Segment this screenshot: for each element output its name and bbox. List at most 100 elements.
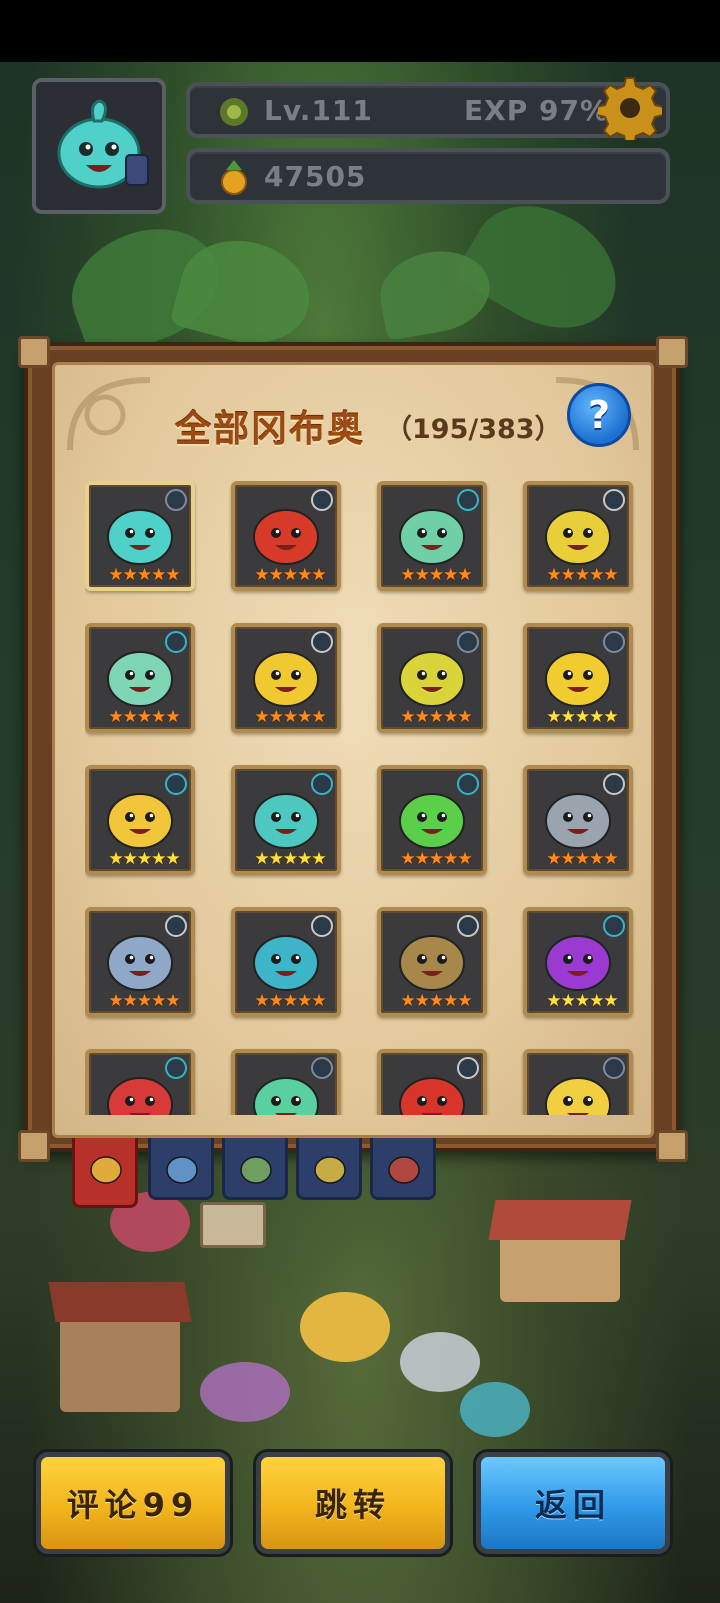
star-rating: ★★★★★ [95, 707, 193, 727]
exp-text: EXP 97% [464, 94, 610, 127]
slime-card[interactable]: ★★★★★ [231, 1049, 341, 1115]
star-rating: ★★★★★ [533, 565, 631, 585]
class-badge-icon [603, 915, 625, 937]
star-icon: ★ [254, 991, 269, 1011]
class-badge-icon [603, 773, 625, 795]
star-icon: ★ [151, 707, 166, 727]
slime-card[interactable]: ★★★★★ [523, 765, 633, 875]
coin-count: 47505 [264, 160, 367, 193]
star-icon: ★ [560, 565, 576, 585]
panel-corner [18, 1130, 50, 1162]
star-icon: ★ [136, 849, 152, 869]
star-icon: ★ [136, 991, 152, 1011]
class-badge-icon [311, 915, 333, 937]
star-icon: ★ [457, 707, 472, 727]
star-rating: ★★★★★ [241, 991, 339, 1011]
slime-card[interactable]: ★★★★★ [231, 623, 341, 733]
slime-card[interactable]: ★★★★★ [523, 1049, 633, 1115]
star-icon: ★ [311, 991, 326, 1011]
star-icon: ★ [254, 849, 269, 869]
class-badge-icon [165, 631, 187, 653]
class-badge-icon [311, 631, 333, 653]
star-icon: ★ [151, 565, 166, 585]
slime-card[interactable]: ★★★★★ [85, 765, 195, 875]
star-icon: ★ [414, 707, 430, 727]
star-rating: ★★★★★ [241, 565, 339, 585]
star-icon: ★ [254, 707, 269, 727]
player-avatar[interactable] [32, 78, 166, 214]
star-icon: ★ [428, 707, 444, 727]
class-badge-icon [311, 1057, 333, 1079]
slime-card[interactable]: ★★★★★ [377, 481, 487, 591]
category-slime-icon [90, 1156, 122, 1184]
star-icon: ★ [457, 565, 472, 585]
slime-card[interactable]: ★★★★★ [377, 765, 487, 875]
class-badge-icon [165, 1057, 187, 1079]
slime-card[interactable]: ★★★★★ [377, 1049, 487, 1115]
slime-card[interactable]: ★★★★★ [231, 907, 341, 1017]
star-icon: ★ [122, 849, 138, 869]
category-slime-icon [314, 1156, 346, 1184]
star-rating: ★★★★★ [387, 849, 485, 869]
tab-yellow[interactable] [296, 1138, 362, 1200]
star-icon: ★ [136, 565, 152, 585]
back-button[interactable]: 返回 [476, 1452, 670, 1554]
star-rating: ★★★★★ [533, 707, 631, 727]
category-slime-icon [240, 1156, 272, 1184]
star-icon: ★ [165, 707, 180, 727]
slime-card[interactable]: ★★★★★ [523, 907, 633, 1017]
star-icon: ★ [268, 707, 284, 727]
level-flower-icon [220, 98, 248, 126]
star-icon: ★ [603, 707, 618, 727]
star-icon: ★ [282, 707, 298, 727]
tab-green[interactable] [222, 1138, 288, 1200]
category-slime-icon [388, 1156, 420, 1184]
tab-blue[interactable] [148, 1138, 214, 1200]
character-decoration [460, 1382, 530, 1437]
slime-card[interactable]: ★★★★★ [523, 481, 633, 591]
category-slime-icon [166, 1156, 198, 1184]
ornament-icon [67, 377, 151, 451]
slime-card[interactable]: ★★★★★ [85, 907, 195, 1017]
star-icon: ★ [443, 849, 458, 869]
tab-all[interactable] [72, 1138, 138, 1208]
star-rating: ★★★★★ [387, 991, 485, 1011]
slime-card[interactable]: ★★★★★ [85, 481, 195, 591]
star-icon: ★ [151, 849, 166, 869]
slime-card[interactable]: ★★★★★ [231, 765, 341, 875]
level-text: Lv.111 [264, 94, 373, 127]
slime-card[interactable]: ★★★★★ [231, 481, 341, 591]
slime-card[interactable]: ★★★★★ [377, 907, 487, 1017]
jump-button[interactable]: 跳转 [256, 1452, 450, 1554]
character-decoration [200, 1362, 290, 1422]
star-icon: ★ [122, 991, 138, 1011]
star-icon: ★ [457, 991, 472, 1011]
roof-decoration [488, 1200, 632, 1240]
star-icon: ★ [589, 849, 604, 869]
comment-button[interactable]: 评论99 [36, 1452, 230, 1554]
comment-button-label: 评论99 [66, 1486, 200, 1524]
slime-card[interactable]: ★★★★★ [523, 623, 633, 733]
star-icon: ★ [400, 565, 415, 585]
star-icon: ★ [165, 849, 180, 869]
class-badge-icon [603, 1057, 625, 1079]
star-icon: ★ [603, 565, 618, 585]
star-icon: ★ [311, 707, 326, 727]
class-badge-icon [603, 489, 625, 511]
star-icon: ★ [443, 565, 458, 585]
slime-card[interactable]: ★★★★★ [85, 623, 195, 733]
star-icon: ★ [136, 707, 152, 727]
star-icon: ★ [400, 991, 415, 1011]
currency-bar: 47505 [186, 148, 670, 204]
help-button[interactable]: ? [567, 383, 631, 447]
star-icon: ★ [589, 565, 604, 585]
star-icon: ★ [311, 849, 326, 869]
settings-button[interactable] [596, 74, 664, 142]
slime-card[interactable]: ★★★★★ [377, 623, 487, 733]
star-icon: ★ [400, 849, 415, 869]
star-rating: ★★★★★ [241, 707, 339, 727]
tab-red[interactable] [370, 1138, 436, 1200]
slime-card[interactable]: ★★★★★ [85, 1049, 195, 1115]
star-icon: ★ [414, 991, 430, 1011]
jump-button-label: 跳转 [314, 1486, 391, 1524]
